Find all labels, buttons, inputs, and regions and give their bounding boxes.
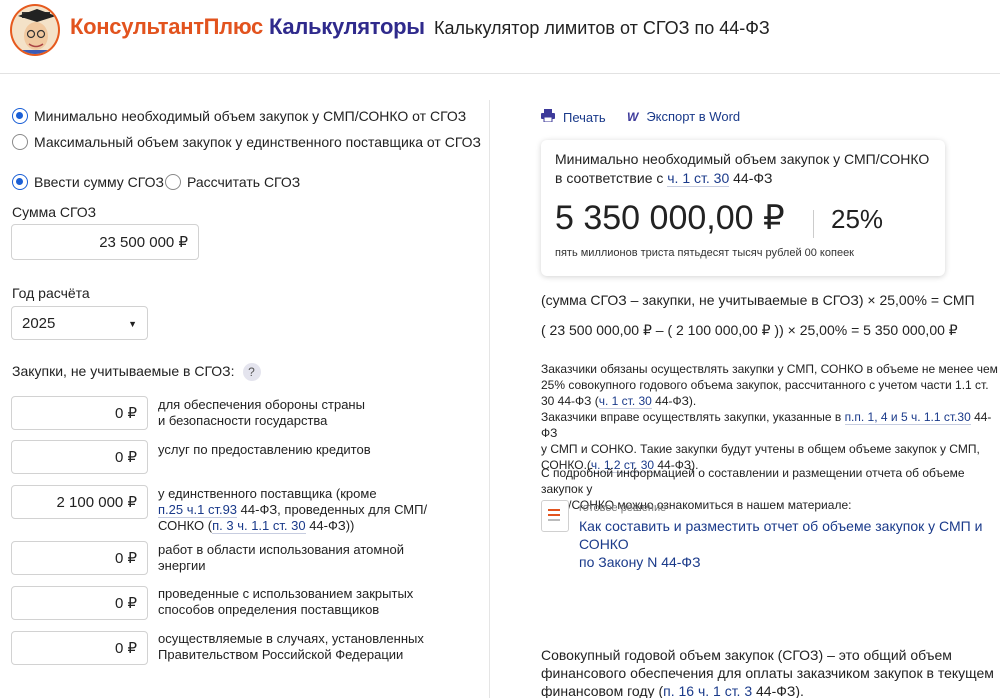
page-title: Калькулятор лимитов от СГОЗ по 44-ФЗ [434, 18, 770, 38]
desc-line: услуг по предоставлению кредитов [158, 442, 371, 457]
ready-solution-kind: готовое решение [579, 502, 667, 514]
note-line: С подробной информацией о составлении и … [541, 466, 965, 496]
result-amount-words: пять миллионов триста пятьдесят тысяч ру… [555, 247, 854, 259]
law-link[interactable]: ч. 1 ст. 30 [598, 394, 652, 409]
excluded-label-text: Закупки, не учитываемые в СГОЗ: [12, 363, 235, 379]
brand-name: КонсультантПлюс [70, 14, 263, 39]
sgoz-input[interactable]: 23 500 000 ₽ [11, 224, 199, 260]
radio-calc-sgoz[interactable]: Рассчитать СГОЗ [165, 174, 300, 190]
law-link[interactable]: ч. 1 ст. 30 [667, 170, 730, 187]
desc-line: Правительством Российской Федерации [158, 647, 404, 662]
desc-line: проведенные с использованием закрытых [158, 586, 414, 601]
law-link[interactable]: п.п. 1, 4 и 5 ч. 1.1 ст.30 [844, 410, 971, 425]
formula-general: (сумма СГОЗ – закупки, не учитываемые в … [541, 292, 975, 308]
radio-max-volume[interactable]: Максимальный объем закупок у единственно… [12, 134, 481, 150]
radio-checked-icon [12, 174, 28, 190]
desc-line: для обеспечения обороны страны [158, 397, 365, 412]
brand-section: Калькуляторы [269, 14, 425, 39]
note-line: 25% совокупного годового объема закупок,… [541, 378, 989, 392]
law-link[interactable]: п. 3 ч. 1.1 ст. 30 [212, 518, 306, 534]
excluded-government-input[interactable]: 0 ₽ [11, 631, 148, 665]
desc-line: работ в области использования атомной [158, 542, 404, 557]
print-button[interactable]: Печать [541, 109, 606, 125]
column-divider [489, 100, 490, 698]
chevron-down-icon: ▼ [128, 319, 137, 329]
law-link[interactable]: п. 16 ч. 1 ст. 3 [663, 683, 753, 698]
radio-unchecked-icon [12, 134, 28, 150]
radio-unchecked-icon [165, 174, 181, 190]
result-card: Минимально необходимый объем закупок у С… [541, 140, 945, 276]
result-separator [813, 210, 814, 238]
ready-solution-link-line: по Закону N 44-ФЗ [579, 554, 701, 570]
excluded-single-supplier-input[interactable]: 2 100 000 ₽ [11, 485, 148, 519]
sgoz-definition: Совокупный годовой объем закупок (СГОЗ) … [541, 646, 996, 698]
export-word-label: Экспорт в Word [646, 109, 741, 124]
radio-min-volume[interactable]: Минимально необходимый объем закупок у С… [12, 108, 466, 124]
excluded-credits-desc: услуг по предоставлению кредитов [158, 442, 478, 458]
radio-max-volume-label: Максимальный объем закупок у единственно… [34, 134, 481, 150]
note-line: 44-ФЗ). [651, 394, 697, 408]
desc-line: и безопасности государства [158, 413, 328, 428]
radio-enter-sgoz[interactable]: Ввести сумму СГОЗ [12, 174, 164, 190]
definition-line: финансовом году ( [541, 683, 664, 698]
desc-line: 44-ФЗ)) [305, 518, 355, 533]
excluded-single-supplier-desc: у единственного поставщика (кроме п.25 ч… [158, 486, 488, 534]
formula-computed: ( 23 500 000,00 ₽ – ( 2 100 000,00 ₽ )) … [541, 322, 958, 338]
help-icon[interactable]: ? [242, 363, 261, 382]
note-obligation: Заказчики обязаны осуществлять закупки у… [541, 361, 1000, 409]
logo-avatar-icon[interactable] [10, 4, 60, 56]
year-label: Год расчёта [12, 285, 90, 301]
excluded-defense-input[interactable]: 0 ₽ [11, 396, 148, 430]
result-title-line: в соответствие с [555, 170, 668, 186]
printer-icon [541, 109, 555, 125]
excluded-atomic-desc: работ в области использования атомной эн… [158, 542, 478, 574]
result-title-line: 44-ФЗ [729, 170, 773, 186]
note-line: 30 44-ФЗ ( [541, 394, 599, 408]
ready-solution-link[interactable]: Как составить и разместить отчет об объе… [579, 517, 999, 571]
note-line: Заказчики обязаны осуществлять закупки у… [541, 362, 998, 376]
document-icon [541, 500, 569, 532]
excluded-closed-desc: проведенные с использованием закрытых сп… [158, 586, 478, 618]
radio-enter-sgoz-label: Ввести сумму СГОЗ [34, 174, 164, 190]
desc-line: у единственного поставщика (кроме [158, 486, 377, 501]
excluded-label: Закупки, не учитываемые в СГОЗ:? [12, 363, 261, 382]
word-icon: W [627, 109, 639, 124]
excluded-closed-input[interactable]: 0 ₽ [11, 586, 148, 620]
ready-solution-link-line: Как составить и разместить отчет об объе… [579, 518, 983, 552]
desc-line: СОНКО ( [158, 518, 213, 533]
print-label: Печать [563, 109, 606, 125]
result-title-line: Минимально необходимый объем закупок у С… [555, 151, 930, 167]
result-percent: 25% [831, 204, 884, 234]
note-line: у СМП и СОНКО. Такие закупки будут учтен… [541, 442, 980, 456]
header: КонсультантПлюс Калькуляторы Калькулятор … [0, 0, 1000, 74]
desc-line: способов определения поставщиков [158, 602, 380, 617]
excluded-credits-input[interactable]: 0 ₽ [11, 440, 148, 474]
desc-line: осуществляемые в случаях, установленных [158, 631, 424, 646]
radio-min-volume-label: Минимально необходимый объем закупок у С… [34, 108, 467, 124]
note-line: Заказчики вправе осуществлять закупки, у… [541, 410, 845, 424]
excluded-atomic-input[interactable]: 0 ₽ [11, 541, 148, 575]
export-word-button[interactable]: W Экспорт в Word [627, 109, 740, 124]
radio-calc-sgoz-label: Рассчитать СГОЗ [187, 174, 301, 190]
radio-checked-icon [12, 108, 28, 124]
definition-line: Совокупный годовой объем закупок (СГОЗ) … [541, 647, 952, 663]
result-title: Минимально необходимый объем закупок у С… [555, 150, 929, 188]
brand-logo[interactable]: КонсультантПлюс Калькуляторы [70, 14, 425, 40]
excluded-defense-desc: для обеспечения обороны страны и безопас… [158, 397, 478, 429]
law-link[interactable]: п.25 ч.1 ст.93 [158, 502, 238, 518]
sgoz-label: Сумма СГОЗ [12, 204, 97, 220]
year-select-value: 2025 [22, 314, 56, 332]
year-select[interactable]: 2025 ▼ [11, 306, 148, 340]
excluded-government-desc: осуществляемые в случаях, установленных … [158, 631, 478, 663]
definition-line: 44-ФЗ). [752, 683, 804, 698]
desc-line: энергии [158, 558, 206, 573]
definition-line: финансового обеспечения для оплаты заказ… [541, 665, 994, 681]
desc-line: 44-ФЗ, проведенных для СМП/ [237, 502, 428, 517]
result-amount: 5 350 000,00 ₽ [555, 199, 785, 237]
note-right: Заказчики вправе осуществлять закупки, у… [541, 409, 1000, 473]
